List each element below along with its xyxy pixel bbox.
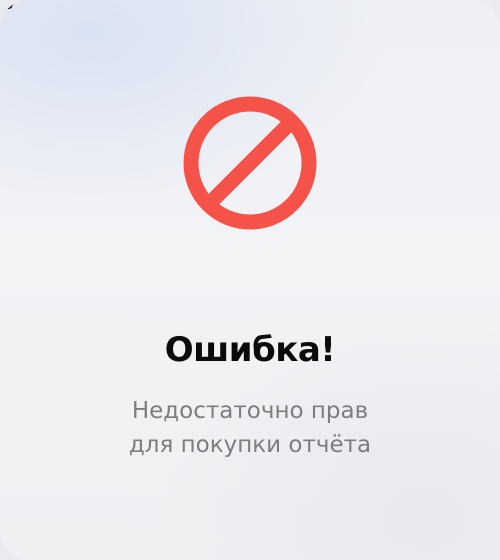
error-title: Ошибка!: [164, 330, 336, 370]
corner-text-fragment: ю: [0, 0, 14, 13]
prohibited-icon: [182, 95, 318, 231]
error-message-line-1: Недостаточно прав: [131, 398, 369, 424]
error-message-line-2: для покупки отчёта: [128, 432, 372, 458]
prohibited-icon-svg: [183, 96, 317, 230]
error-message: Недостаточно прав для покупки отчёта: [60, 394, 440, 462]
error-dialog: ю Ошибка! Недостаточно прав для покупки …: [0, 0, 500, 560]
